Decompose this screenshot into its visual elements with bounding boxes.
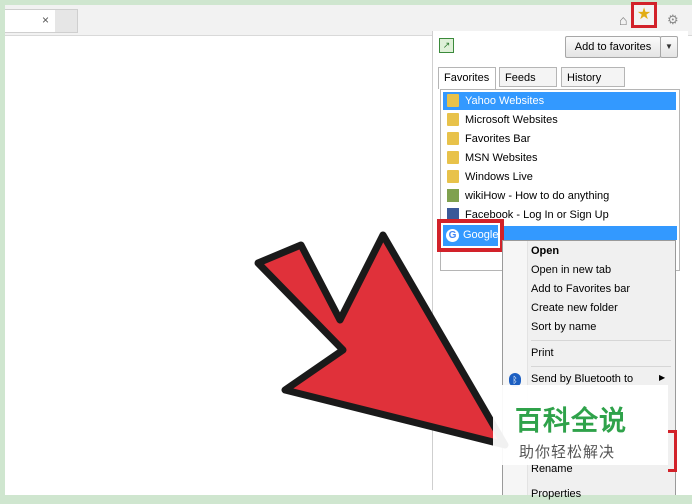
watermark: 百科全说 助你轻松解决 <box>493 385 668 465</box>
watermark-subtitle: 助你轻松解决 <box>519 444 616 461</box>
watermark-title: 百科全说 <box>515 406 627 436</box>
arrow-shape <box>254 231 509 449</box>
